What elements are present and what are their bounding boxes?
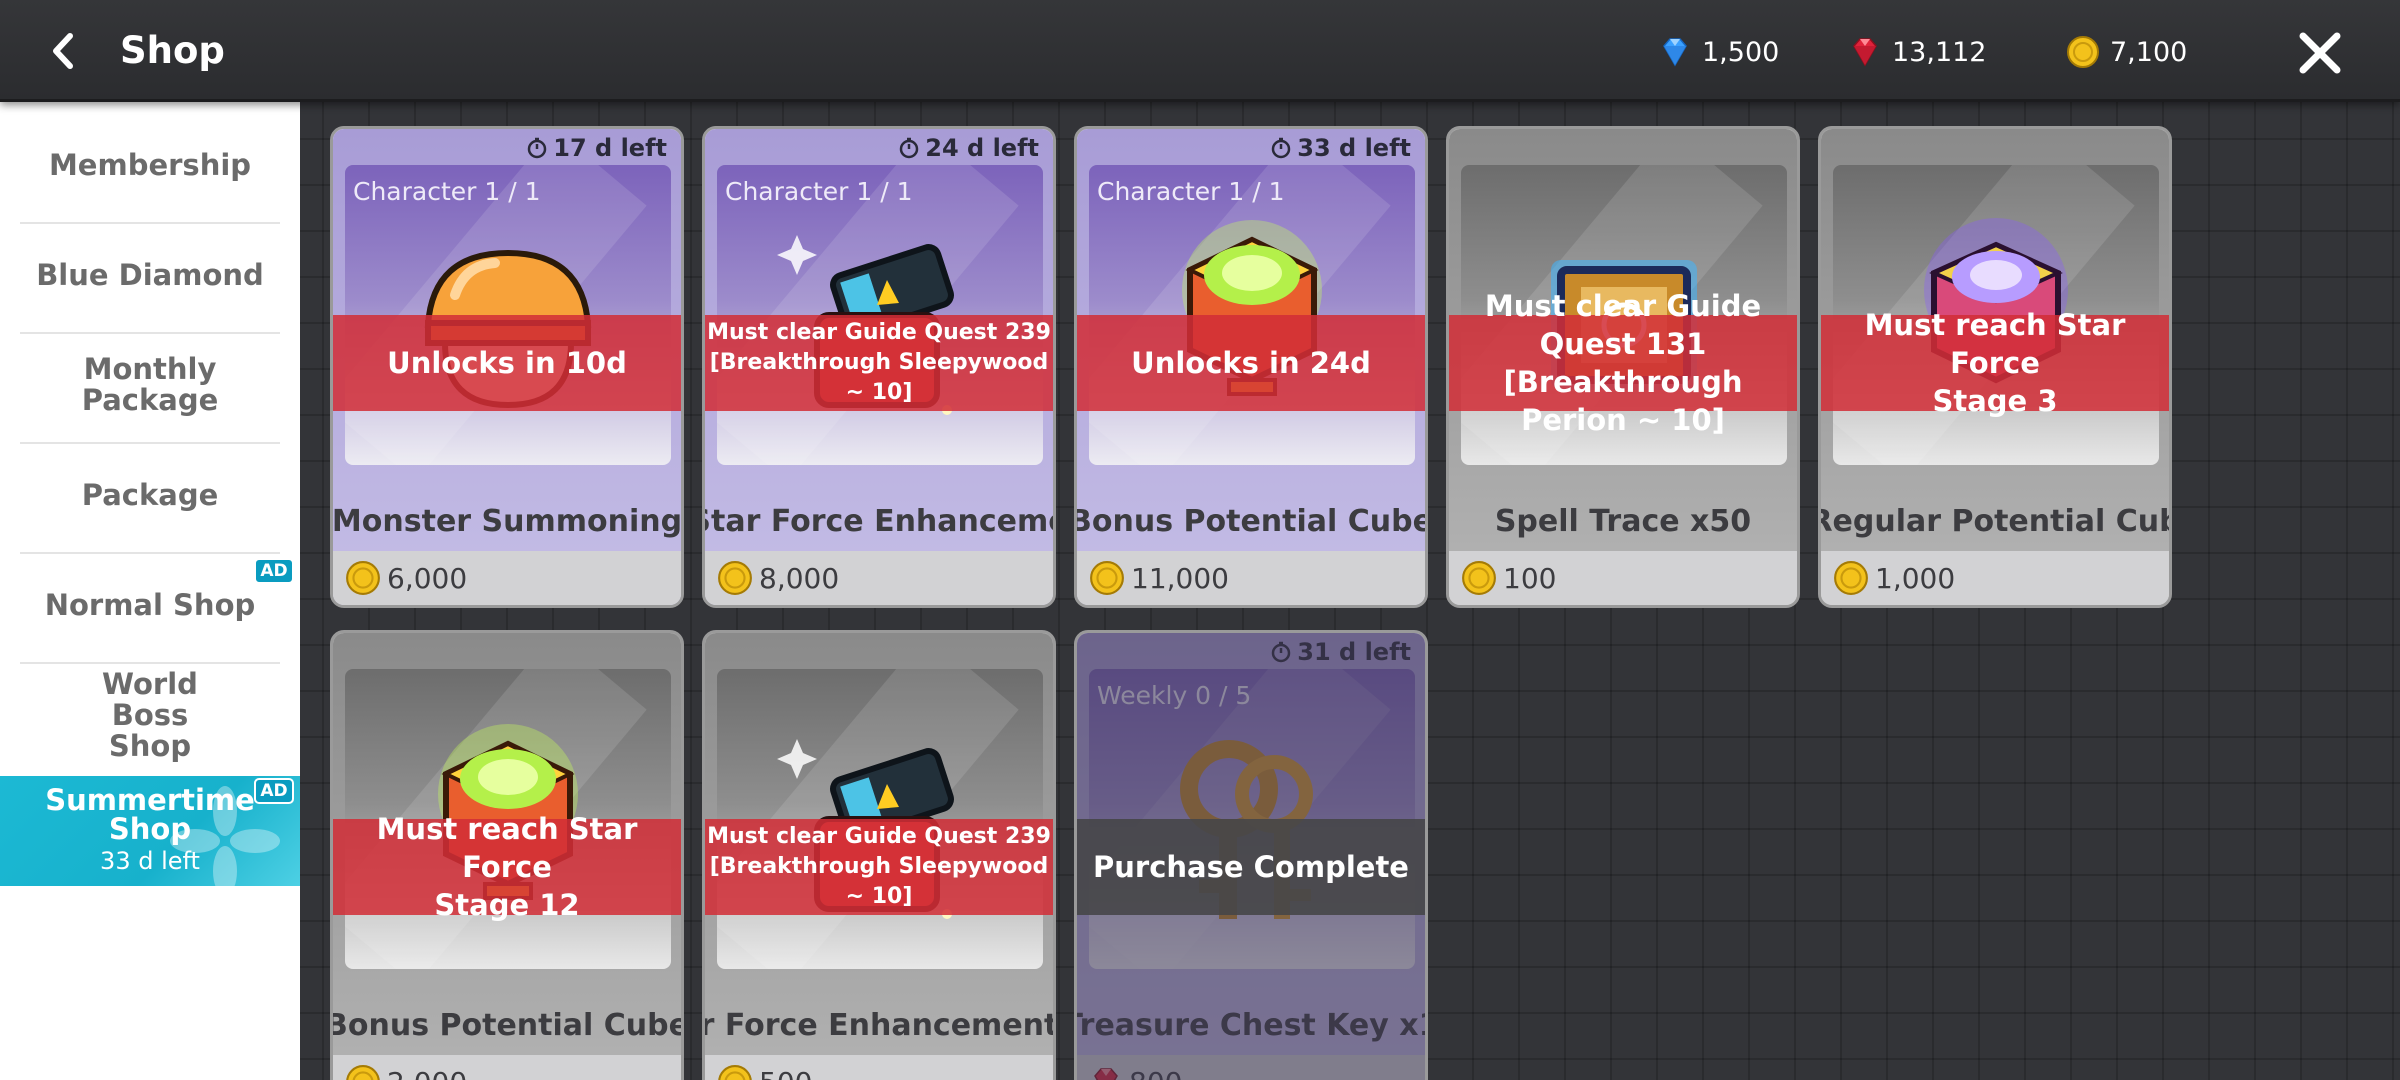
red-gem-icon (1853, 38, 1877, 67)
lock-condition-banner: Unlocks in 10d (333, 315, 681, 411)
gold-coin-icon (1834, 561, 1868, 595)
item-name: Bonus Potential Cube (1077, 503, 1425, 539)
item-price: 1,000 (1875, 561, 1956, 595)
shop-item-card[interactable]: Must reach Star Force Stage 3 Regular Pot… (1818, 126, 2172, 608)
banner-text: Must clear Guide Quest 131 [Breakthrough… (1484, 289, 1762, 437)
sidebar-item-label: Normal Shop (44, 587, 256, 622)
item-price: 8,000 (759, 561, 840, 595)
sidebar-item-time-left: 33 d left (100, 847, 200, 875)
sidebar-item-label: Blue Diamond (36, 257, 264, 292)
gold-coin-icon (718, 1065, 752, 1080)
sidebar-item-label: Monthly Package (81, 352, 219, 417)
time-left-text: 17 d left (553, 134, 667, 162)
lock-condition-banner: Must clear Guide Quest 239 [Breakthrough… (705, 819, 1053, 915)
gold-coin-amount: 7,100 (2110, 36, 2188, 68)
currency-blue-diamond: 1,500 (1658, 30, 1779, 74)
item-name: Regular Potential Cub (1821, 503, 2169, 539)
price-bar: 1,000 (1821, 551, 2169, 605)
price-bar: 2,000 (333, 1055, 681, 1080)
time-left: 17 d left (526, 133, 667, 163)
sidebar-item-package[interactable]: Package (0, 440, 300, 550)
blue-diamond-icon (1663, 38, 1687, 67)
category-sidebar: Membership Blue Diamond Monthly Package … (0, 102, 300, 1080)
sidebar-item-label: World Boss Shop (102, 666, 198, 763)
lock-condition-banner: Unlocks in 24d (1077, 315, 1425, 411)
shop-item-card[interactable]: Must reach Star Force Stage 12 Bonus Pote… (330, 630, 684, 1080)
time-left-text: 33 d left (1297, 134, 1411, 162)
purchase-limit: Character 1 / 1 (353, 177, 541, 206)
sidebar-item-world-boss-shop[interactable]: World Boss Shop (0, 660, 300, 770)
sidebar-item-label: Summertime Shop (45, 783, 255, 846)
ad-badge: AD (254, 778, 294, 804)
sidebar-item-membership[interactable]: Membership (0, 110, 300, 220)
chevron-left-icon (53, 33, 73, 69)
banner-text: Must reach Star Force Stage 3 (1864, 308, 2126, 418)
sidebar-item-normal-shop[interactable]: Normal Shop AD (0, 550, 300, 660)
item-price: 500 (759, 1066, 812, 1080)
shop-item-card[interactable]: 33 d left Character 1 / 1 Unlocks in 24d B… (1074, 126, 1428, 608)
time-left: 33 d left (1270, 133, 1411, 163)
item-name: r Force Enhancement (705, 1007, 1053, 1043)
banner-text: Must reach Star Force Stage 12 (376, 812, 638, 922)
lock-condition-banner: Must clear Guide Quest 239 [Breakthrough… (705, 315, 1053, 411)
page-title: Shop (120, 29, 225, 72)
price-bar: 8,000 (705, 551, 1053, 605)
item-price: 6,000 (387, 561, 468, 595)
gold-coin-icon (346, 561, 380, 595)
purchase-complete-banner: Purchase Complete (1077, 819, 1425, 915)
purchase-limit: Character 1 / 1 (725, 177, 913, 206)
gold-coin-icon (718, 561, 752, 595)
item-name: Bonus Potential Cube (333, 1007, 681, 1043)
banner-text: Unlocks in 10d (387, 346, 627, 380)
ad-badge: AD (254, 558, 294, 584)
sidebar-item-summertime-shop[interactable]: Summertime Shop 33 d left AD (0, 776, 300, 886)
price-bar: 500 (705, 1055, 1053, 1080)
item-name: Star Force Enhanceme (705, 503, 1053, 539)
banner-text: Purchase Complete (1093, 850, 1409, 884)
time-left-text: 24 d left (925, 134, 1039, 162)
currency-gold-coin: 7,100 (2066, 30, 2187, 74)
gold-coin-icon (1462, 561, 1496, 595)
blue-diamond-amount: 1,500 (1702, 36, 1780, 68)
shop-item-card[interactable]: Must clear Guide Quest 131 [Breakthrough… (1446, 126, 1800, 608)
close-icon (2299, 32, 2341, 74)
shop-item-card[interactable]: 17 d left Character 1 / 1 Unlocks in 10d M… (330, 126, 684, 608)
item-name: Spell Trace x50 (1494, 503, 1752, 539)
clock-icon (900, 137, 919, 159)
shop-item-card[interactable]: 24 d left Character 1 / 1 Must clear Guid… (702, 126, 1056, 608)
close-button[interactable] (2295, 28, 2345, 78)
banner-text: Must clear Guide Quest 239 [Breakthrough… (707, 320, 1051, 405)
red-gem-amount: 13,112 (1892, 36, 1987, 68)
item-price: 2,000 (387, 1066, 467, 1080)
item-name: Monster Summoning (333, 503, 681, 539)
sidebar-item-label: Package (81, 477, 219, 512)
shop-item-card[interactable]: Must clear Guide Quest 239 [Breakthrough… (702, 630, 1056, 1080)
banner-text: Must clear Guide Quest 239 [Breakthrough… (707, 824, 1051, 909)
lock-condition-banner: Must clear Guide Quest 131 [Breakthrough… (1449, 289, 1797, 437)
banner-text: Unlocks in 24d (1131, 346, 1371, 380)
price-bar: 11,000 (1077, 551, 1425, 605)
lock-condition-banner: Must reach Star Force Stage 3 (1821, 308, 2169, 418)
gold-coin-icon (1090, 561, 1124, 595)
price-bar: 6,000 (333, 551, 681, 605)
item-price: 11,000 (1131, 561, 1229, 595)
purchase-limit: Character 1 / 1 (1097, 177, 1285, 206)
gold-coin-icon (346, 1065, 380, 1080)
sidebar-item-blue-diamond[interactable]: Blue Diamond (0, 220, 300, 330)
sidebar-item-monthly-package[interactable]: Monthly Package (0, 330, 300, 440)
back-button[interactable] (40, 26, 90, 76)
item-price: 100 (1503, 561, 1557, 595)
clock-icon (528, 137, 547, 159)
time-left: 24 d left (898, 133, 1039, 163)
lock-condition-banner: Must reach Star Force Stage 12 (333, 812, 681, 922)
sidebar-item-label: Membership (48, 147, 252, 182)
top-bar: Shop 1,500 13,112 7,100 (0, 0, 2400, 102)
gold-coin-icon (2067, 36, 2099, 68)
price-bar: 100 (1449, 551, 1797, 605)
shop-item-card[interactable]: 31 d left Weekly 0 / 5Purchase CompleteT… (1074, 630, 1428, 1080)
currency-red-gem: 13,112 (1848, 30, 1986, 74)
clock-icon (1272, 137, 1291, 159)
